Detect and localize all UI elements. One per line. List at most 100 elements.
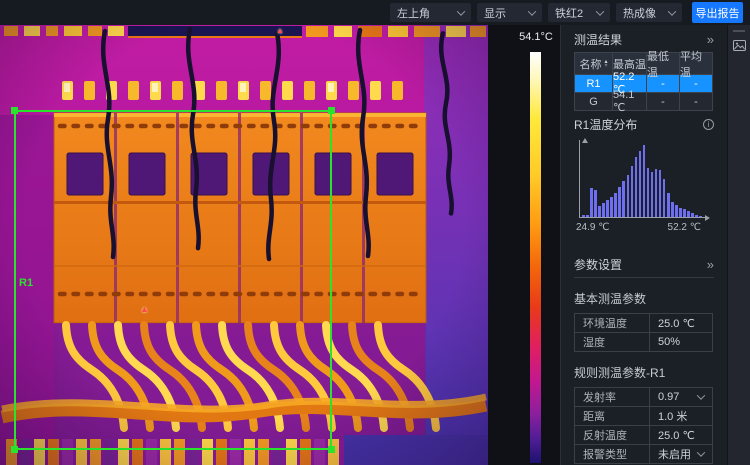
results-title: 测温结果: [574, 31, 622, 48]
histogram-bar: [659, 170, 662, 217]
chevron-down-icon: [528, 7, 536, 15]
thermal-analysis-app: 左上角 显示 铁红2 热成像 导出报告: [0, 0, 750, 465]
results-section-header: 测温结果 »: [574, 32, 714, 47]
position-dropdown[interactable]: 左上角: [390, 3, 471, 22]
histogram-bar: [582, 215, 585, 217]
histogram-bar: [639, 151, 642, 217]
panel-grip-handle[interactable]: [733, 30, 745, 32]
histogram-x-arrow: [705, 215, 710, 221]
histogram-bar: [687, 211, 690, 217]
histogram-bar: [622, 181, 625, 217]
col-header-min: 最低温: [646, 53, 679, 74]
roi-rectangle-r1[interactable]: R1 ▲: [14, 110, 332, 450]
cell-name: G: [575, 93, 612, 110]
histogram-bar: [631, 166, 634, 217]
cell-name: R1: [575, 75, 612, 92]
param-label: 发射率: [575, 388, 649, 406]
param-label: 环境温度: [575, 314, 649, 332]
right-tool-strip: [727, 25, 750, 465]
collapse-icon[interactable]: »: [707, 257, 714, 272]
param-label: 距离: [575, 407, 649, 425]
col-header-avg: 平均温: [679, 53, 712, 74]
roi-handle-bottom-right[interactable]: [328, 446, 335, 453]
histogram-axis-labels: 24.9 ℃ 52.2 ℃: [576, 222, 701, 233]
temperature-colorbar[interactable]: [530, 52, 541, 463]
cell-min: -: [646, 93, 679, 110]
settings-section-header: 参数设置 »: [574, 257, 714, 272]
chevron-down-icon: [596, 7, 604, 15]
humidity-field[interactable]: 50%: [649, 333, 712, 351]
param-row-humidity: 湿度 50%: [575, 332, 712, 351]
histogram-bar: [683, 209, 686, 217]
histogram-bar: [667, 193, 670, 217]
histogram-bars: [582, 145, 702, 217]
histogram-bar: [606, 200, 609, 217]
info-icon[interactable]: i: [703, 119, 714, 130]
histogram-bar: [610, 197, 613, 217]
histogram-bar: [618, 187, 621, 217]
emissivity-select[interactable]: 0.97: [649, 388, 712, 406]
rule-params-title: 规则测温参数-R1: [574, 364, 714, 381]
chevron-down-icon: [457, 7, 465, 15]
histogram-bar: [679, 208, 682, 217]
cell-avg: -: [679, 93, 712, 110]
palette-dropdown[interactable]: 铁红2: [548, 3, 610, 22]
param-label: 反射温度: [575, 426, 649, 444]
image-mode-dropdown[interactable]: 热成像: [616, 3, 682, 22]
histogram-max-label: 52.2 ℃: [668, 222, 701, 233]
colorbar-max-label: 54.1°C: [508, 31, 564, 43]
histogram-bar: [590, 188, 593, 217]
sort-icon[interactable]: ▴▾: [604, 60, 607, 68]
param-row-emissivity: 发射率 0.97: [575, 388, 712, 406]
image-gallery-icon[interactable]: [733, 40, 746, 51]
display-dropdown[interactable]: 显示: [477, 3, 542, 22]
histogram-bar: [586, 215, 589, 217]
image-mode-dropdown-value: 热成像: [623, 5, 656, 21]
cell-max: 54.1 ℃: [612, 93, 646, 110]
roi-label: R1: [19, 277, 33, 289]
roi-handle-top-left[interactable]: [11, 107, 18, 114]
export-report-button[interactable]: 导出报告: [692, 2, 743, 23]
histogram-bar: [627, 175, 630, 217]
param-row-distance: 距离 1.0 米: [575, 406, 712, 425]
reflected-temp-field[interactable]: 25.0 ℃: [649, 426, 712, 444]
param-row-reflected-temp: 反射温度 25.0 ℃: [575, 425, 712, 444]
histogram-bar: [675, 205, 678, 217]
histogram-bar: [647, 168, 650, 217]
toolbar: 左上角 显示 铁红2 热成像 导出报告: [0, 0, 750, 25]
cell-avg: -: [679, 75, 712, 92]
histogram-min-label: 24.9 ℃: [576, 222, 609, 233]
histogram-bar: [655, 169, 658, 217]
alarm-type-select[interactable]: 未启用: [649, 445, 712, 463]
collapse-icon[interactable]: »: [707, 32, 714, 47]
histogram-header: R1温度分布 i: [574, 117, 714, 132]
thermal-viewer: ▲ R1 ▲ 54.1°C: [0, 25, 560, 465]
palette-dropdown-value: 铁红2: [555, 5, 583, 21]
histogram-y-axis: [579, 140, 580, 218]
histogram-bar: [695, 215, 698, 217]
roi-handle-bottom-left[interactable]: [11, 446, 18, 453]
histogram-bar: [663, 179, 666, 217]
distance-field[interactable]: 1.0 米: [649, 407, 712, 425]
sidebar: 测温结果 » 名称 ▴▾ 最高温 最低温 平均温 R1 52.2 ℃ - -: [560, 25, 727, 465]
max-temp-marker: ▲: [276, 26, 284, 35]
ambient-temp-field[interactable]: 25.0 ℃: [649, 314, 712, 332]
basic-params-table: 环境温度 25.0 ℃ 湿度 50%: [574, 313, 713, 352]
param-label: 报警类型: [575, 445, 649, 463]
rule-params-table: 发射率 0.97 距离 1.0 米 反射温度 25.0 ℃ 报警类型 未启用: [574, 387, 713, 464]
histogram-bar: [643, 145, 646, 217]
table-row-g[interactable]: G 54.1 ℃ - -: [575, 92, 712, 110]
chevron-down-icon: [697, 448, 705, 456]
col-header-name[interactable]: 名称 ▴▾: [575, 53, 612, 74]
histogram-bar: [651, 172, 654, 217]
roi-max-temp-marker: ▲: [140, 305, 149, 314]
histogram-bar: [602, 203, 605, 217]
histogram-x-axis: [579, 217, 706, 218]
temperature-histogram: 24.9 ℃ 52.2 ℃: [574, 136, 713, 231]
histogram-bar: [635, 157, 638, 217]
cell-min: -: [646, 75, 679, 92]
position-dropdown-value: 左上角: [397, 5, 430, 21]
results-table: 名称 ▴▾ 最高温 最低温 平均温 R1 52.2 ℃ - - G 54.1 ℃…: [574, 52, 713, 111]
histogram-title: R1温度分布: [574, 116, 637, 133]
roi-handle-top-right[interactable]: [328, 107, 335, 114]
